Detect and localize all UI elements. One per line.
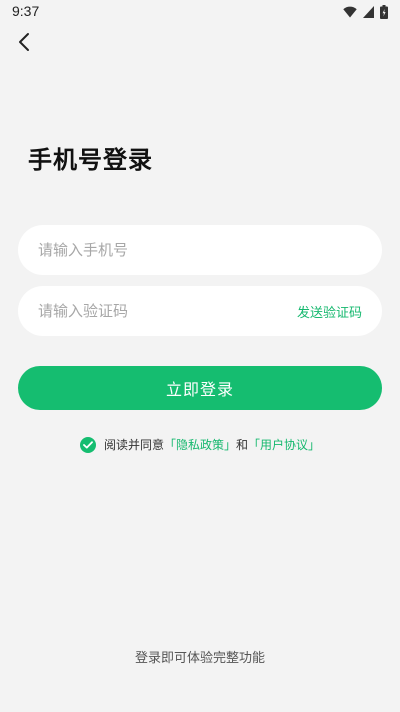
agreement-prefix: 阅读并同意 <box>103 438 164 452</box>
checkmark-icon <box>83 440 93 448</box>
footer-hint: 登录即可体验完整功能 <box>134 651 265 666</box>
login-button-label: 立即登录 <box>165 380 234 399</box>
verification-code-input[interactable] <box>38 302 297 320</box>
wifi-icon <box>343 6 357 18</box>
verification-code-field[interactable]: 发送验证码 <box>18 286 382 336</box>
agreement-conjunction: 和 <box>236 438 249 452</box>
battery-icon <box>380 5 388 19</box>
status-icons <box>343 4 388 20</box>
login-screen: 9:37 手机号登录 发送验证码 <box>0 0 400 712</box>
privacy-policy-link[interactable]: 「隐私政策」 <box>164 436 236 453</box>
status-time: 9:37 <box>12 3 40 19</box>
login-button[interactable]: 立即登录 <box>18 366 382 410</box>
cellular-signal-icon <box>363 6 374 18</box>
page-title: 手机号登录 <box>28 146 153 174</box>
back-arrow-icon <box>17 32 31 56</box>
user-agreement-link[interactable]: 「用户协议」 <box>248 436 320 453</box>
back-button[interactable] <box>10 30 38 58</box>
send-code-button[interactable]: 发送验证码 <box>297 302 362 321</box>
agreement-row: 阅读并同意 「隐私政策」 和 「用户协议」 <box>0 436 400 453</box>
phone-field[interactable] <box>18 225 382 275</box>
status-bar: 9:37 <box>0 0 400 24</box>
agreement-checkbox[interactable] <box>79 436 96 453</box>
phone-input[interactable] <box>38 241 362 259</box>
